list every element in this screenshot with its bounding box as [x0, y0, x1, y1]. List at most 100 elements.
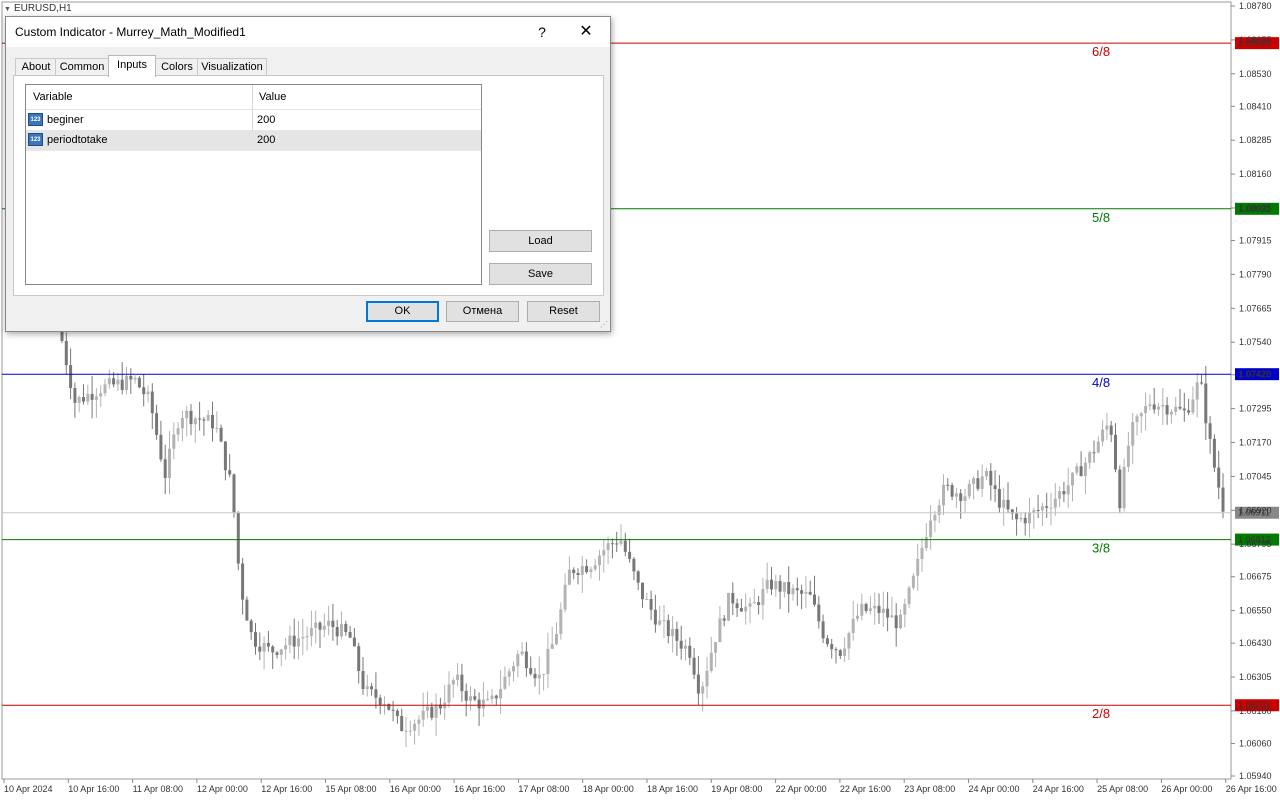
date-label: 16 Apr 00:00 — [390, 784, 441, 794]
candle-body — [481, 699, 485, 709]
price-label: 1.07540 — [1239, 337, 1272, 347]
candle-body — [890, 615, 894, 618]
candle-body — [503, 676, 507, 689]
candle-body — [916, 559, 920, 576]
resize-grip-icon[interactable]: ⋰ — [600, 320, 608, 329]
candle-body — [1187, 410, 1191, 413]
candle-body — [524, 651, 528, 669]
candle-body — [993, 485, 997, 490]
row-value-field[interactable]: 200 — [257, 130, 275, 150]
candle-body — [408, 730, 412, 732]
level-label: 6/8 — [1092, 44, 1110, 59]
date-label: 15 Apr 08:00 — [326, 784, 377, 794]
input-row-beginer[interactable]: 123 beginer 200 — [26, 110, 481, 131]
dialog-titlebar[interactable]: Custom Indicator - Murrey_Math_Modified1… — [6, 17, 610, 47]
tab-visualization[interactable]: Visualization — [197, 58, 267, 76]
candle-body — [254, 632, 257, 647]
candle-body — [1157, 406, 1160, 410]
price-label: 1.06180 — [1239, 706, 1272, 716]
candle-body — [1040, 506, 1044, 511]
candle-body — [107, 378, 111, 385]
column-header-variable[interactable]: Variable — [33, 85, 73, 109]
candle-body — [696, 674, 700, 694]
candle-body — [572, 569, 576, 574]
candle-body — [757, 602, 761, 605]
candle-body — [679, 640, 683, 649]
candle-body — [843, 648, 847, 656]
level-label: 3/8 — [1092, 541, 1110, 556]
tab-common[interactable]: Common — [55, 58, 109, 76]
tab-about[interactable]: About — [15, 58, 57, 76]
candle-body — [340, 623, 343, 637]
candle-body — [1122, 466, 1126, 509]
price-label: 1.08530 — [1239, 69, 1272, 79]
candle-body — [529, 668, 533, 674]
candle-body — [692, 657, 696, 675]
candle-body — [374, 689, 378, 698]
price-label: 1.08780 — [1239, 1, 1272, 11]
candle-body — [752, 602, 756, 604]
candle-body — [559, 609, 563, 635]
row-value-field[interactable]: 200 — [257, 110, 275, 130]
candle-body — [1212, 438, 1216, 468]
tab-inputs[interactable]: Inputs — [108, 55, 156, 77]
column-header-value[interactable]: Value — [259, 85, 286, 109]
integer-type-icon: 123 — [28, 133, 43, 146]
reset-button[interactable]: Reset — [527, 301, 600, 322]
integer-type-icon: 123 — [28, 113, 43, 126]
candle-body — [954, 493, 958, 497]
date-label: 11 Apr 08:00 — [133, 784, 183, 794]
candle-body — [1028, 512, 1031, 524]
candle-body — [731, 593, 735, 604]
candle-body — [868, 608, 872, 611]
collapse-triangle-icon[interactable]: ▼ — [4, 6, 11, 13]
candle-body — [937, 505, 941, 515]
candle-body — [787, 582, 791, 595]
cancel-button[interactable]: Отмена — [446, 301, 519, 322]
candle-body — [1101, 429, 1105, 442]
candle-body — [193, 418, 197, 425]
candle-body — [473, 696, 477, 700]
candle-body — [69, 365, 73, 389]
candle-body — [357, 646, 361, 671]
candle-body — [378, 697, 382, 705]
candle-body — [722, 618, 726, 621]
candle-body — [146, 391, 150, 395]
candle-body — [675, 628, 679, 641]
candle-body — [825, 638, 829, 645]
close-button[interactable]: ✕ — [564, 17, 608, 47]
candle-body — [1178, 406, 1182, 409]
candle-body — [976, 478, 980, 489]
input-row-periodtotake[interactable]: 123 periodtotake 200 — [26, 130, 481, 151]
candle-body — [1221, 487, 1225, 512]
candle-body — [942, 484, 945, 506]
custom-indicator-dialog: Custom Indicator - Murrey_Math_Modified1… — [5, 16, 611, 332]
candle-body — [808, 591, 812, 595]
candle-body — [714, 642, 718, 653]
candle-body — [563, 584, 567, 610]
candle-body — [602, 550, 606, 556]
candle-body — [555, 634, 558, 645]
tab-colors[interactable]: Colors — [155, 58, 199, 76]
row-variable-name: periodtotake — [47, 134, 108, 146]
help-button[interactable]: ? — [520, 17, 564, 47]
candle-body — [137, 377, 141, 388]
candle-body — [649, 599, 653, 610]
candle-body — [967, 483, 971, 497]
candle-body — [305, 635, 309, 638]
ok-button[interactable]: OK — [366, 301, 439, 322]
date-label: 23 Apr 08:00 — [904, 784, 955, 794]
candle-body — [1075, 466, 1079, 473]
candle-body — [219, 427, 223, 442]
save-button[interactable]: Save — [489, 263, 592, 285]
load-button[interactable]: Load — [489, 230, 592, 252]
price-label: 1.08035 — [1239, 203, 1272, 213]
candle-body — [447, 684, 451, 703]
candle-body — [1126, 445, 1130, 467]
candle-body — [1191, 399, 1195, 413]
candle-body — [499, 688, 503, 699]
candle-body — [813, 594, 816, 605]
candle-body — [150, 391, 154, 414]
candle-body — [1058, 491, 1062, 499]
price-label: 1.06305 — [1239, 672, 1272, 682]
